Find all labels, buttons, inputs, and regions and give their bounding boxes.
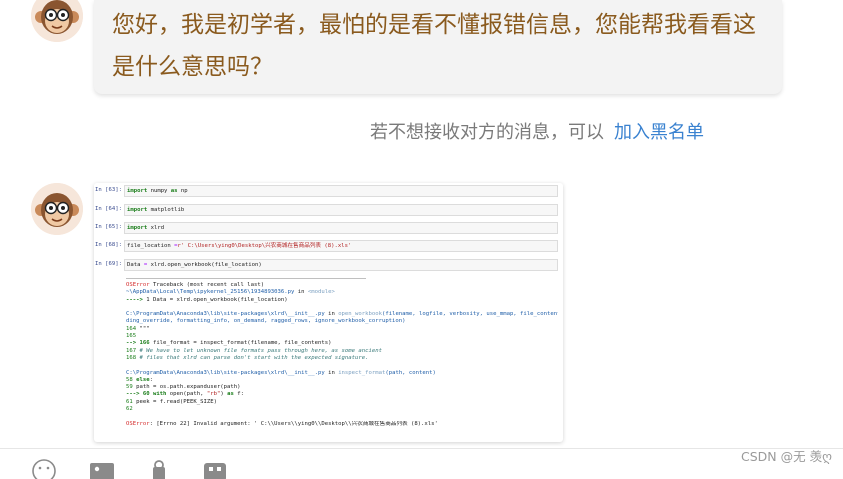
cell-code: import xlrd bbox=[124, 222, 558, 234]
cell-prompt: In [63]: bbox=[95, 187, 122, 193]
image-icon bbox=[90, 463, 114, 479]
notebook-cell: In [65]: import xlrd bbox=[94, 222, 563, 235]
traceback-line: C:\ProgramData\Anaconda3\lib\site-packag… bbox=[126, 369, 436, 376]
traceback-line: ---> 60 with open(path, "rb") as f: bbox=[126, 391, 244, 398]
cell-prompt: In [64]: bbox=[95, 206, 122, 212]
sender-avatar[interactable] bbox=[31, 183, 83, 235]
traceback-line: C:\ProgramData\Anaconda3\lib\site-packag… bbox=[126, 311, 558, 318]
output-gap bbox=[126, 362, 558, 369]
message-bubble: 您好，我是初学者，最怕的是看不懂报错信息，您能帮我看看这是什么意思吗？ bbox=[94, 0, 782, 94]
traceback-line: ----> 1 Data = xlrd.open_workbook(file_l… bbox=[126, 296, 288, 303]
lock-icon bbox=[153, 460, 165, 479]
sender-avatar[interactable] bbox=[31, 0, 83, 42]
traceback-line: 165 bbox=[126, 333, 137, 340]
system-note: 若不想接收对方的消息，可以 加入黑名单 bbox=[370, 118, 704, 144]
cell-code: import numpy as np bbox=[124, 185, 558, 197]
cell-prompt: In [68]: bbox=[95, 242, 122, 248]
emoji-button[interactable] bbox=[30, 459, 58, 479]
notebook-cell: In [68]: file_location =r' C:\Users\ying0… bbox=[94, 240, 563, 253]
notebook-cell: In [64]: import matplotlib bbox=[94, 204, 563, 217]
traceback-output: OSError Traceback (most recent call last… bbox=[126, 278, 558, 428]
csdn-watermark: CSDN @无 羡ღ bbox=[741, 449, 832, 464]
monkey-icon bbox=[31, 183, 83, 235]
output-gap bbox=[126, 413, 558, 420]
traceback-line: 58 else: bbox=[126, 376, 153, 383]
traceback-line: --> 166 file_format = inspect_format(fil… bbox=[126, 340, 332, 347]
traceback-line: 167 # We have to let unknown file format… bbox=[126, 347, 382, 354]
traceback-line: ~\AppData\Local\Temp\ipykernel_25156\193… bbox=[126, 289, 335, 296]
cell-prompt: In [69]: bbox=[95, 261, 122, 267]
cell-code: Data = xlrd.open_workbook(file_location) bbox=[124, 259, 558, 271]
cell-prompt: In [65]: bbox=[95, 224, 122, 230]
image-button[interactable] bbox=[88, 459, 116, 479]
output-divider bbox=[126, 278, 366, 279]
traceback-line: ding_override, formatting_info, on_deman… bbox=[126, 318, 406, 325]
traceback-line: 62 bbox=[126, 406, 133, 413]
notebook-cell: In [63]: import numpy as np bbox=[94, 185, 563, 198]
notebook-cell: In [69]: Data = xlrd.open_workbook(file_l… bbox=[94, 259, 563, 272]
traceback-line: OSError Traceback (most recent call last… bbox=[126, 282, 265, 288]
system-note-text: 若不想接收对方的消息，可以 bbox=[370, 122, 604, 143]
traceback-line: 59 path = os.path.expanduser(path) bbox=[126, 384, 241, 391]
traceback-line: 168 # files that xlrd can parse don't st… bbox=[126, 354, 369, 361]
traceback-line: 61 peek = f.read(PEEK_SIZE) bbox=[126, 398, 217, 405]
chat-toolbar bbox=[0, 448, 843, 479]
cell-code: file_location =r' C:\Users\ying0\Desktop… bbox=[124, 240, 558, 252]
error-screenshot-image[interactable]: In [63]: import numpy as np In [64]: import… bbox=[94, 183, 563, 442]
cell-code: import matplotlib bbox=[124, 204, 558, 216]
cut-icon bbox=[204, 463, 226, 479]
message-text: 您好，我是初学者，最怕的是看不懂报错信息，您能帮我看看这是什么意思吗？ bbox=[112, 12, 756, 80]
cut-button[interactable] bbox=[201, 459, 229, 479]
lock-button[interactable] bbox=[145, 459, 173, 479]
blacklist-link[interactable]: 加入黑名单 bbox=[614, 122, 704, 143]
monkey-icon bbox=[31, 0, 83, 42]
traceback-line: OSError: [Errno 22] Invalid argument: ' … bbox=[126, 420, 438, 427]
traceback-line: 164 """ bbox=[126, 325, 150, 332]
emoji-icon bbox=[32, 459, 56, 479]
output-gap bbox=[126, 304, 558, 311]
